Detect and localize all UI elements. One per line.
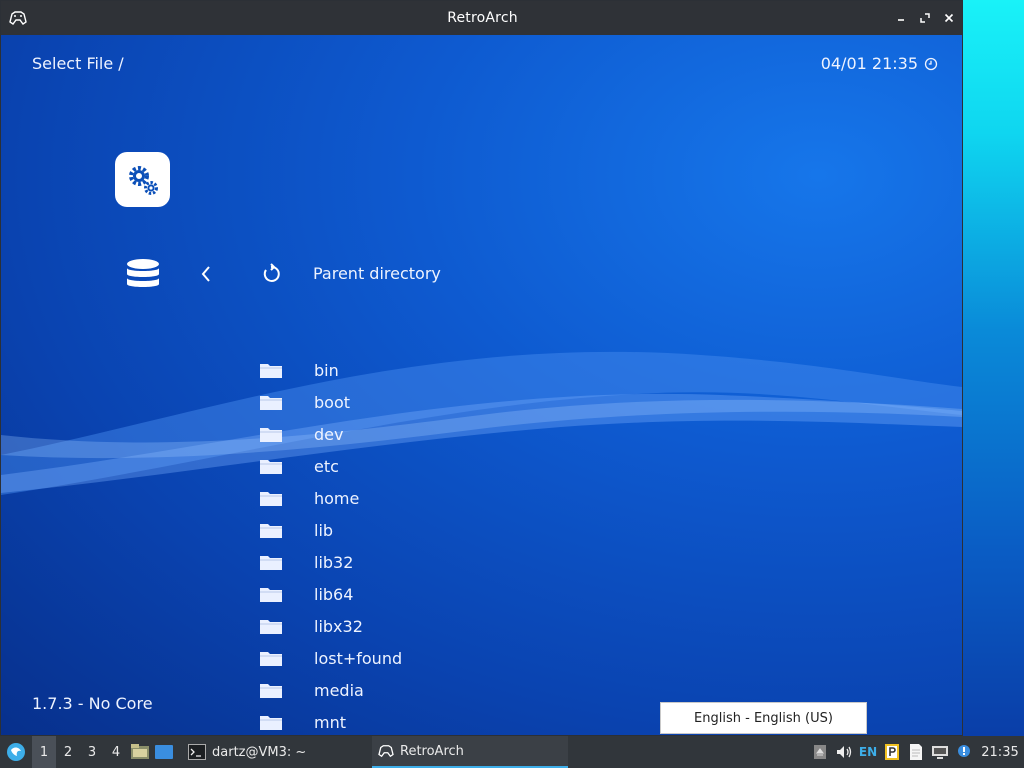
file-item[interactable]: mnt xyxy=(257,707,657,735)
close-button[interactable] xyxy=(940,9,958,27)
database-icon[interactable] xyxy=(125,258,161,292)
update-notifier-button[interactable] xyxy=(952,736,976,768)
notes-icon xyxy=(910,744,922,760)
file-item-label: media xyxy=(314,680,364,700)
folder-icon xyxy=(260,460,282,474)
folder-icon xyxy=(260,652,282,666)
file-item[interactable]: lib xyxy=(257,515,657,545)
maximize-button[interactable] xyxy=(916,9,934,27)
clock-icon xyxy=(924,57,938,70)
menu-area: Select File / 04/01 21:35 Parent directo… xyxy=(1,35,962,735)
task-retroarch[interactable]: RetroArch xyxy=(372,736,568,768)
refresh-icon xyxy=(263,263,280,282)
clipboard-manager-button[interactable] xyxy=(880,736,904,768)
keyboard-layout-indicator[interactable]: EN xyxy=(856,736,880,768)
file-item-label: lib32 xyxy=(314,552,354,572)
workspace-2[interactable]: 2 xyxy=(56,736,80,768)
folder-icon xyxy=(260,396,282,410)
workspace-3[interactable]: 3 xyxy=(80,736,104,768)
terminal-icon xyxy=(188,744,206,760)
chevron-left-icon[interactable] xyxy=(198,264,214,284)
language-popup[interactable]: English - English (US) xyxy=(660,702,867,734)
show-desktop-button[interactable] xyxy=(152,736,176,768)
task-terminal-label: dartz@VM3: ~ xyxy=(212,744,307,760)
file-item[interactable]: bin xyxy=(257,355,657,385)
folder-icon xyxy=(260,524,282,538)
file-item[interactable]: libx32 xyxy=(257,611,657,641)
file-item-label: boot xyxy=(314,392,351,412)
settings-tab[interactable] xyxy=(115,152,170,207)
title-bar[interactable]: RetroArch xyxy=(1,1,962,35)
breadcrumb: Select File / xyxy=(32,54,124,73)
folder-icon xyxy=(260,428,282,442)
info-shield-icon xyxy=(958,745,970,757)
folder-icon xyxy=(260,556,282,570)
parking-sign-icon xyxy=(885,744,899,760)
start-menu-button[interactable] xyxy=(0,736,32,768)
lxqt-logo-icon xyxy=(7,743,25,761)
minimize-icon xyxy=(898,19,904,21)
folder-icon xyxy=(260,684,282,698)
folder-icon xyxy=(260,620,282,634)
file-item[interactable]: etc xyxy=(257,451,657,481)
folder-icon xyxy=(260,364,282,378)
gamepad-icon xyxy=(9,11,27,25)
file-item[interactable]: media xyxy=(257,675,657,705)
file-item-label: dev xyxy=(314,424,344,444)
file-item-label: bin xyxy=(314,360,339,380)
desktop-icon xyxy=(155,745,173,759)
language-label: English - English (US) xyxy=(694,710,833,726)
gears-icon xyxy=(128,165,158,195)
folder-icon xyxy=(260,716,282,730)
taskbar: 1 2 3 4 dartz@VM3: ~ RetroArch EN 21:35 xyxy=(0,736,1024,768)
task-retroarch-label: RetroArch xyxy=(400,743,464,759)
file-item[interactable]: boot xyxy=(257,387,657,417)
file-item[interactable]: home xyxy=(257,483,657,513)
file-manager-launcher[interactable] xyxy=(128,736,152,768)
desktop-background xyxy=(963,0,1024,736)
file-item[interactable]: lost+found xyxy=(257,643,657,673)
folder-icon xyxy=(260,492,282,506)
network-icon xyxy=(932,746,948,759)
notes-button[interactable] xyxy=(904,736,928,768)
file-item-label: mnt xyxy=(314,712,346,732)
minimize-button[interactable] xyxy=(892,9,910,27)
file-item-label: libx32 xyxy=(314,616,363,636)
eject-button[interactable] xyxy=(808,736,832,768)
file-item[interactable]: dev xyxy=(257,419,657,449)
workspace-4[interactable]: 4 xyxy=(104,736,128,768)
network-button[interactable] xyxy=(928,736,952,768)
close-icon xyxy=(944,13,954,23)
file-item-label: home xyxy=(314,488,360,508)
datetime-display: 04/01 21:35 xyxy=(821,54,938,73)
maximize-icon xyxy=(920,13,930,23)
task-terminal[interactable]: dartz@VM3: ~ xyxy=(182,736,372,768)
taskbar-clock[interactable]: 21:35 xyxy=(976,736,1024,768)
gamepad-icon xyxy=(378,745,394,758)
parent-directory-item[interactable]: Parent directory xyxy=(313,264,441,283)
volume-button[interactable] xyxy=(832,736,856,768)
speaker-icon xyxy=(837,746,852,758)
eject-icon xyxy=(814,745,826,759)
file-item-label: lost+found xyxy=(314,648,403,668)
version-label: 1.7.3 - No Core xyxy=(32,694,153,713)
file-item[interactable]: lib32 xyxy=(257,547,657,577)
file-manager-icon xyxy=(131,744,149,759)
file-item-label: lib xyxy=(314,520,334,540)
workspace-1[interactable]: 1 xyxy=(32,736,56,768)
file-item-label: lib64 xyxy=(314,584,354,604)
retroarch-window: RetroArch Select File / 04/01 21:35 Pare… xyxy=(0,0,963,736)
folder-icon xyxy=(260,588,282,602)
window-title: RetroArch xyxy=(447,10,518,26)
datetime-text: 04/01 21:35 xyxy=(820,54,918,73)
file-item[interactable]: lib64 xyxy=(257,579,657,609)
file-item-label: etc xyxy=(314,456,339,476)
